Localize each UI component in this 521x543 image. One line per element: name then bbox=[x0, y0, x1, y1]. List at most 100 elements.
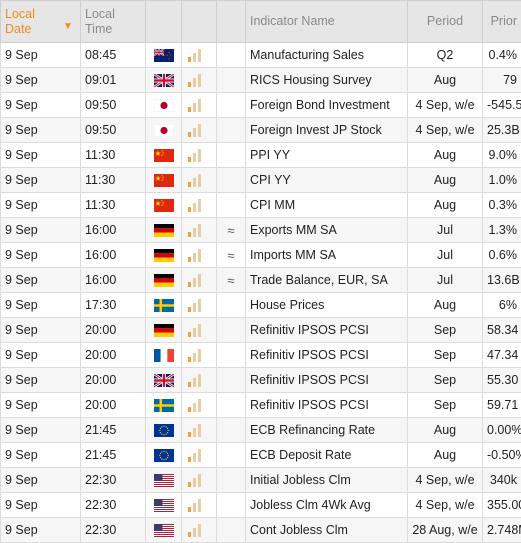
tentative-time-icon: ≈ bbox=[216, 217, 246, 243]
table-row[interactable]: 9 Sep 20:00 Refinitiv IPSOS PCSI Sep 55.30 bbox=[0, 367, 521, 393]
column-header-local-time-label: Local Time bbox=[85, 6, 115, 36]
cell-indicator-name[interactable]: Foreign Bond Investment bbox=[245, 92, 408, 118]
cell-indicator-name[interactable]: Refinitiv IPSOS PCSI bbox=[245, 342, 408, 368]
cell-importance bbox=[181, 317, 217, 343]
cell-indicator-name[interactable]: RICS Housing Survey bbox=[245, 67, 408, 93]
importance-bar bbox=[188, 57, 191, 63]
table-row[interactable]: 9 Sep 20:00 Refinitiv IPSOS PCSI Sep 47.34 bbox=[0, 342, 521, 368]
cell-country bbox=[145, 467, 182, 493]
cell-indicator-name[interactable]: Foreign Invest JP Stock bbox=[245, 117, 408, 143]
column-header-importance bbox=[181, 0, 217, 43]
importance-bar bbox=[188, 82, 191, 88]
cell-indicator-name[interactable]: Refinitiv IPSOS PCSI bbox=[245, 392, 408, 418]
cell-indicator-name[interactable]: CPI YY bbox=[245, 167, 408, 193]
de-flag-icon bbox=[153, 224, 174, 238]
table-row[interactable]: 9 Sep 08:45 Manufacturing Sales Q2 0.4% bbox=[0, 42, 521, 68]
tentative-time-icon bbox=[216, 42, 246, 68]
cell-local-time: 22:30 bbox=[80, 517, 146, 543]
cell-importance bbox=[181, 342, 217, 368]
cell-indicator-name[interactable]: Imports MM SA bbox=[245, 242, 408, 268]
importance-bar bbox=[188, 532, 191, 538]
cell-indicator-name[interactable]: Refinitiv IPSOS PCSI bbox=[245, 317, 408, 343]
cell-period: Jul bbox=[407, 267, 483, 293]
cell-local-date: 9 Sep bbox=[0, 367, 81, 393]
cell-indicator-name[interactable]: Jobless Clm 4Wk Avg bbox=[245, 492, 408, 518]
cell-prior: -0.50% bbox=[482, 442, 521, 468]
cell-indicator-name[interactable]: ECB Deposit Rate bbox=[245, 442, 408, 468]
cell-period: 28 Aug, w/e bbox=[407, 517, 483, 543]
cell-indicator-name[interactable]: Trade Balance, EUR, SA bbox=[245, 267, 408, 293]
tentative-time-icon bbox=[216, 392, 246, 418]
cell-local-date: 9 Sep bbox=[0, 467, 81, 493]
table-row[interactable]: 9 Sep 11:30 CPI YY Aug 1.0% bbox=[0, 167, 521, 193]
column-header-period[interactable]: Period bbox=[407, 0, 483, 43]
importance-bar bbox=[198, 324, 201, 338]
table-row[interactable]: 9 Sep 09:01 RICS Housing Survey Aug 79 bbox=[0, 67, 521, 93]
tentative-time-icon bbox=[216, 92, 246, 118]
column-header-local-time[interactable]: Local Time bbox=[80, 0, 146, 43]
cell-local-time: 22:30 bbox=[80, 492, 146, 518]
column-header-prior[interactable]: Prior bbox=[482, 0, 521, 43]
cell-importance bbox=[181, 217, 217, 243]
table-row[interactable]: 9 Sep 09:50 Foreign Bond Investment 4 Sep, … bbox=[0, 92, 521, 118]
cell-prior: 1.3% bbox=[482, 217, 521, 243]
column-header-indicator-name[interactable]: Indicator Name bbox=[245, 0, 408, 43]
importance-bar bbox=[198, 274, 201, 288]
cell-indicator-name[interactable]: House Prices bbox=[245, 292, 408, 318]
table-row[interactable]: 9 Sep 16:00 ≈ Trade Balance, EUR, SA Jul 13.6… bbox=[0, 267, 521, 293]
cell-period: Sep bbox=[407, 342, 483, 368]
table-row[interactable]: 9 Sep 22:30 Initial Jobless Clm 4 Sep, w/e 3… bbox=[0, 467, 521, 493]
importance-bar bbox=[188, 457, 191, 463]
column-header-local-date[interactable]: Local Date ▼ bbox=[0, 0, 81, 43]
cell-local-time: 17:30 bbox=[80, 292, 146, 318]
cell-local-time: 21:45 bbox=[80, 442, 146, 468]
importance-bars-icon bbox=[188, 273, 201, 288]
importance-bar bbox=[198, 174, 201, 188]
cell-importance bbox=[181, 417, 217, 443]
table-row[interactable]: 9 Sep 09:50 Foreign Invest JP Stock 4 Sep, … bbox=[0, 117, 521, 143]
table-row[interactable]: 9 Sep 22:30 Cont Jobless Clm 28 Aug, w/e 2.7… bbox=[0, 517, 521, 543]
tentative-time-icon: ≈ bbox=[216, 242, 246, 268]
importance-bar bbox=[193, 203, 196, 213]
table-row[interactable]: 9 Sep 22:30 Jobless Clm 4Wk Avg 4 Sep, w/e 3… bbox=[0, 492, 521, 518]
table-row[interactable]: 9 Sep 16:00 ≈ Imports MM SA Jul 0.6% bbox=[0, 242, 521, 268]
importance-bar bbox=[198, 99, 201, 113]
jp-flag-icon bbox=[153, 99, 174, 113]
table-row[interactable]: 9 Sep 17:30 House Prices Aug 6% bbox=[0, 292, 521, 318]
table-row[interactable]: 9 Sep21:45 ECB Deposit RateAug-0.50% bbox=[0, 442, 521, 468]
importance-bar bbox=[198, 349, 201, 363]
cell-indicator-name[interactable]: Initial Jobless Clm bbox=[245, 467, 408, 493]
cell-indicator-name[interactable]: Manufacturing Sales bbox=[245, 42, 408, 68]
sort-descending-icon: ▼ bbox=[63, 20, 73, 32]
importance-bar bbox=[198, 449, 201, 463]
tentative-time-icon bbox=[216, 117, 246, 143]
cell-period: Aug bbox=[407, 442, 483, 468]
se-flag-icon bbox=[153, 399, 174, 413]
importance-bar bbox=[198, 249, 201, 263]
cell-country bbox=[145, 67, 182, 93]
importance-bar bbox=[198, 499, 201, 513]
cell-indicator-name[interactable]: CPI MM bbox=[245, 192, 408, 218]
importance-bars-icon bbox=[188, 223, 201, 238]
table-row[interactable]: 9 Sep 11:30 PPI YY Aug 9.0% bbox=[0, 142, 521, 168]
table-row[interactable]: 9 Sep 16:00 ≈ Exports MM SA Jul 1.3% bbox=[0, 217, 521, 243]
cell-indicator-name[interactable]: Refinitiv IPSOS PCSI bbox=[245, 367, 408, 393]
cell-indicator-name[interactable]: ECB Refinancing Rate bbox=[245, 417, 408, 443]
cell-period: Sep bbox=[407, 317, 483, 343]
table-row[interactable]: 9 Sep 20:00 Refinitiv IPSOS PCSI Sep 59.71 bbox=[0, 392, 521, 418]
cell-indicator-name[interactable]: Exports MM SA bbox=[245, 217, 408, 243]
cell-importance bbox=[181, 192, 217, 218]
table-row[interactable]: 9 Sep 20:00 Refinitiv IPSOS PCSI Sep 58.34 bbox=[0, 317, 521, 343]
importance-bar bbox=[188, 282, 191, 288]
table-row[interactable]: 9 Sep 11:30 CPI MM Aug 0.3% bbox=[0, 192, 521, 218]
cell-indicator-name[interactable]: Cont Jobless Clm bbox=[245, 517, 408, 543]
cell-local-date: 9 Sep bbox=[0, 117, 81, 143]
cell-prior: 13.6B bbox=[482, 267, 521, 293]
cell-indicator-name[interactable]: PPI YY bbox=[245, 142, 408, 168]
jp-flag-icon bbox=[153, 124, 174, 138]
cell-period: Aug bbox=[407, 167, 483, 193]
cell-local-date: 9 Sep bbox=[0, 492, 81, 518]
cell-importance bbox=[181, 117, 217, 143]
table-row[interactable]: 9 Sep 21:45 ECB Refinancing Rate Aug 0.00% bbox=[0, 417, 521, 443]
importance-bar bbox=[193, 153, 196, 163]
